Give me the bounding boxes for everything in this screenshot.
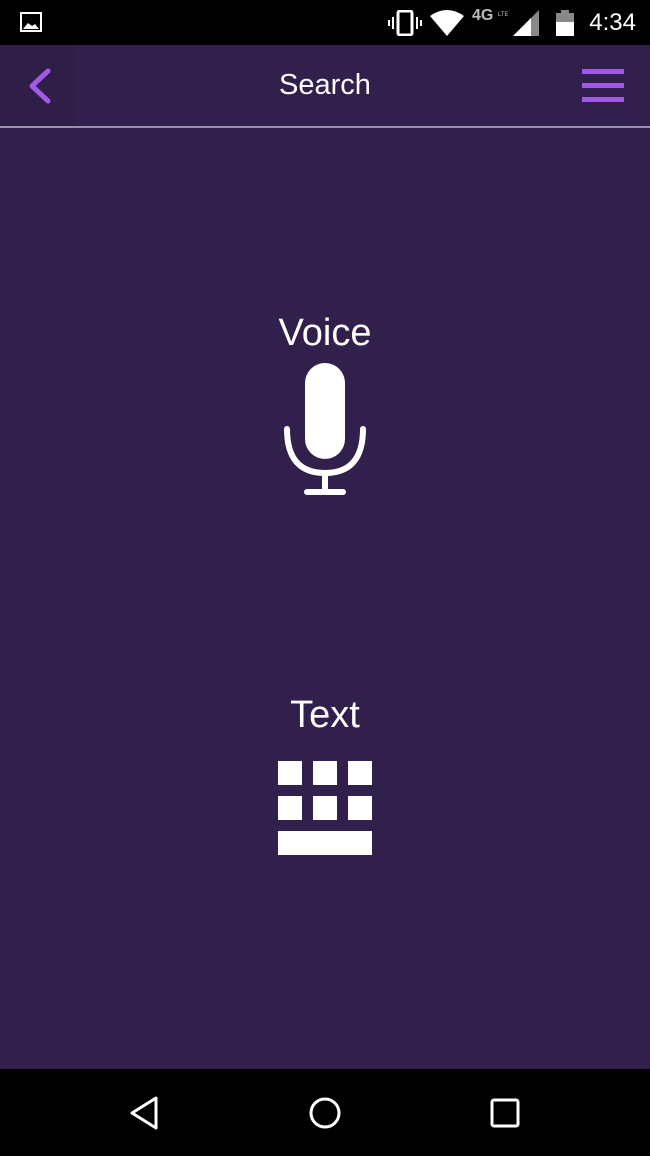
- voice-label: Voice: [278, 312, 372, 354]
- nav-home-button[interactable]: [305, 1093, 345, 1133]
- hamburger-menu-icon: [582, 69, 624, 102]
- nav-recents-button[interactable]: [485, 1093, 525, 1133]
- keyboard-icon: [278, 761, 372, 855]
- text-search-option[interactable]: Text: [0, 694, 650, 860]
- app-bar-divider: [0, 126, 650, 128]
- svg-text:LTE: LTE: [498, 12, 508, 18]
- network-type-icon: 4G LTE: [472, 7, 508, 22]
- nav-back-button[interactable]: [126, 1093, 166, 1133]
- battery-icon: [556, 10, 574, 36]
- microphone-icon: [284, 363, 366, 495]
- app-bar: Search: [0, 45, 650, 128]
- status-bar: 4G LTE 4:34: [0, 0, 650, 45]
- navigation-bar: [0, 1069, 650, 1156]
- clock: 4:34: [589, 9, 636, 36]
- image-notification-icon: [20, 12, 42, 32]
- vibrate-icon: [388, 10, 422, 36]
- voice-search-option[interactable]: Voice: [0, 312, 650, 508]
- page-title: Search: [279, 69, 371, 101]
- text-label: Text: [290, 694, 360, 736]
- triangle-back-icon: [130, 1096, 158, 1130]
- wifi-icon: [430, 10, 464, 36]
- square-recents-icon: [490, 1098, 520, 1128]
- menu-button[interactable]: [582, 69, 624, 105]
- signal-icon: [513, 10, 539, 36]
- circle-home-icon: [309, 1097, 341, 1129]
- svg-text:4G: 4G: [472, 7, 493, 22]
